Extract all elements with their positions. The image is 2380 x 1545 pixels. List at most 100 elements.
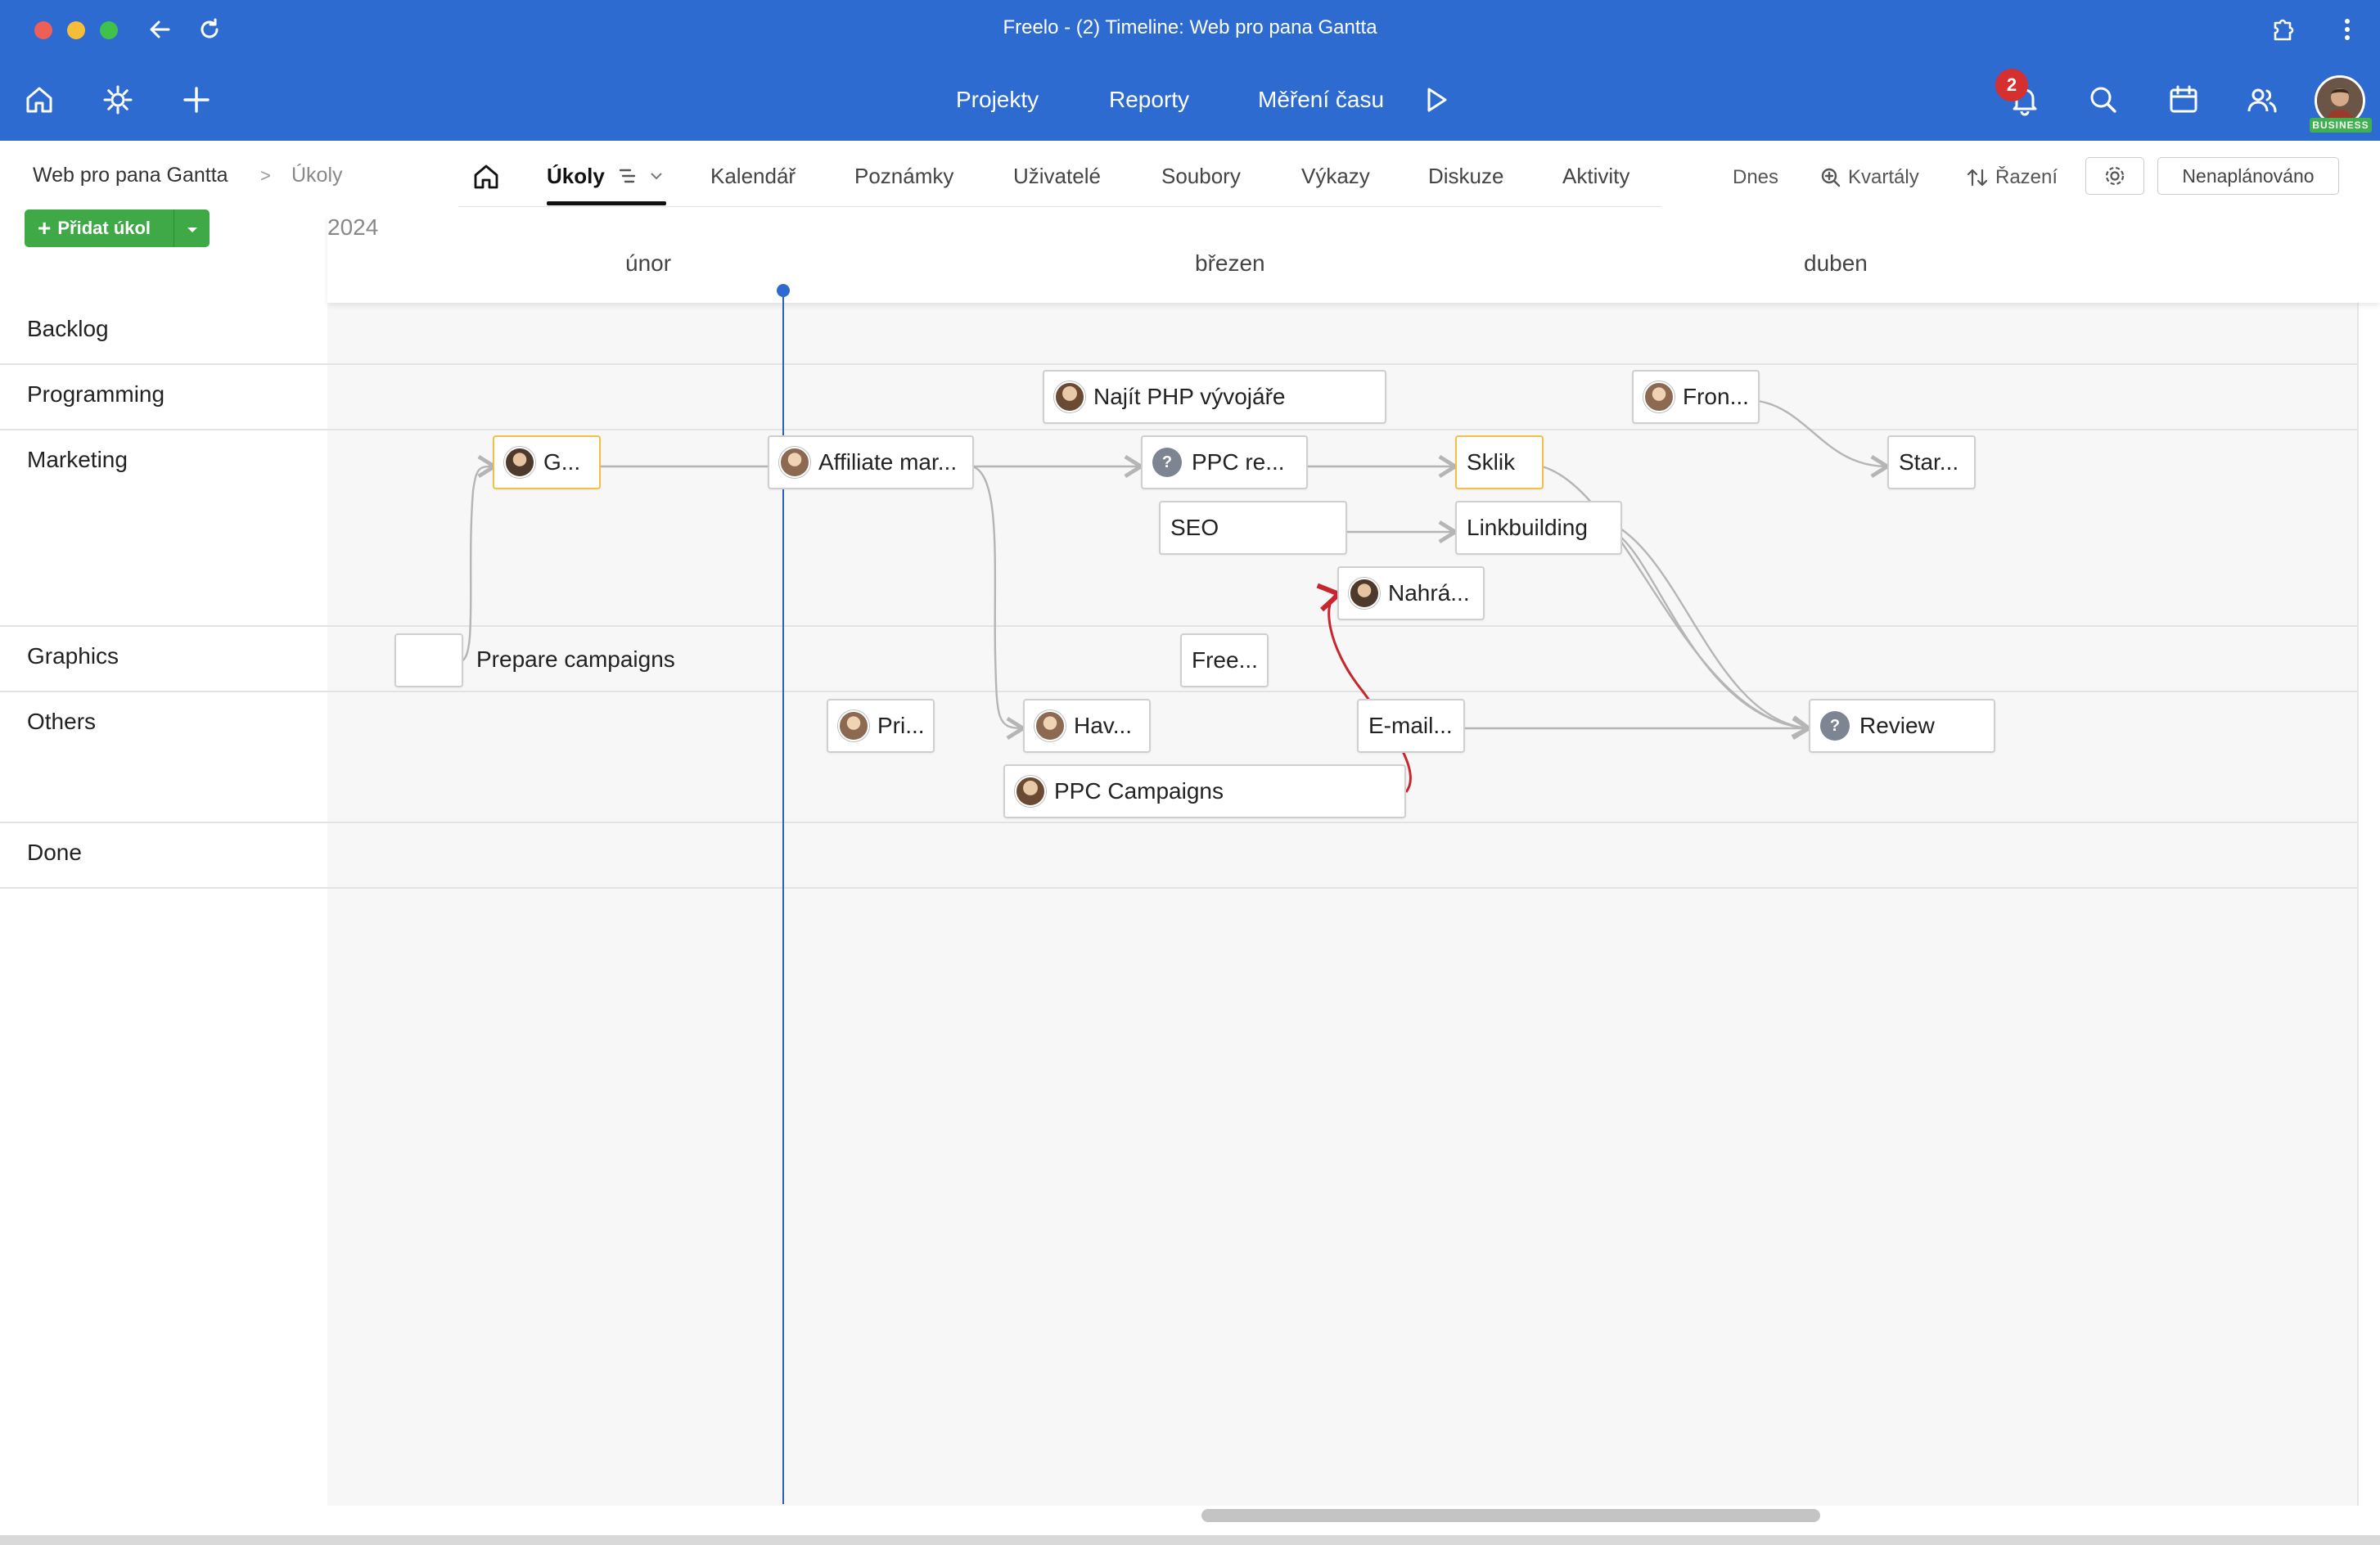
task-email[interactable]: E-mail... [1357,699,1465,753]
window-title: Freelo - (2) Timeline: Web pro pana Gant… [1003,16,1377,38]
task-najit-php[interactable]: Najít PHP vývojáře [1043,370,1386,424]
tab-kalendar[interactable]: Kalendář [710,164,796,189]
task-linkbuilding[interactable]: Linkbuilding [1455,501,1622,555]
task-label: Fron... [1683,384,1749,409]
tab-home[interactable] [471,162,501,197]
task-label: E-mail... [1368,713,1453,738]
more-options-icon[interactable] [2341,15,2354,49]
task-label: Najít PHP vývojáře [1093,384,1286,409]
breadcrumb-project[interactable]: Web pro pana Gantta [33,164,228,187]
tab-ukoly[interactable]: Úkoly [547,164,605,189]
task-ppc-campaigns[interactable]: PPC Campaigns [1003,764,1406,818]
task-prepare-campaigns-label[interactable]: Prepare campaigns [476,646,675,673]
month-duben: duben [1804,250,1868,276]
tab-soubory[interactable]: Soubory [1161,164,1241,189]
row-divider [327,363,2357,365]
task-label: SEO [1170,515,1219,540]
avatar-man [1015,776,1046,807]
row-others: Others [27,709,97,734]
task-star[interactable]: Star... [1887,435,1976,489]
year-label: 2024 [327,214,379,240]
unknown-user-icon: ? [1820,711,1850,741]
task-label: G... [543,449,581,475]
task-label: PPC re... [1192,449,1285,475]
row-divider [327,822,2357,823]
calendar-icon[interactable] [2166,82,2202,118]
task-prepare-campaigns-milestone[interactable] [394,633,463,687]
row-divider [327,691,2357,692]
row-graphics: Graphics [27,643,119,669]
add-icon[interactable] [178,82,214,118]
settings-icon[interactable] [100,82,136,118]
task-g[interactable]: G... [493,435,601,489]
row-done: Done [27,840,82,865]
tab-vykazy[interactable]: Výkazy [1301,164,1370,189]
view-switch-icon[interactable] [619,167,665,192]
play-timer-icon[interactable] [1418,82,1454,118]
sort-icon [1967,169,1988,187]
task-label: Star... [1899,449,1959,475]
home-icon[interactable] [21,82,57,118]
users-icon[interactable] [2244,82,2280,118]
task-hav[interactable]: Hav... [1023,699,1151,753]
task-label: PPC Campaigns [1054,778,1224,804]
task-sklik[interactable]: Sklik [1455,435,1544,489]
month-unor: únor [625,250,672,276]
task-label: Hav... [1074,713,1133,738]
avatar-woman [779,447,810,478]
task-review[interactable]: ? Review [1809,699,1995,753]
unscheduled-button[interactable]: Nenaplánováno [2157,157,2339,195]
row-marketing: Marketing [27,447,128,472]
avatar-man-2 [504,447,535,478]
row-backlog: Backlog [27,316,109,341]
app-header: Freelo - (2) Timeline: Web pro pana Gant… [0,0,2380,141]
nav-reporty[interactable]: Reporty [1109,87,1189,113]
task-fron[interactable]: Fron... [1632,370,1760,424]
task-nahra[interactable]: Nahrá... [1337,566,1485,620]
avatar-man [1054,381,1085,412]
zoom-button[interactable]: Kvartály [1820,166,1919,189]
timeline-right-border [2357,303,2359,1506]
nav-mereni-casu[interactable]: Měření času [1258,87,1384,113]
window-bottom-scrollbar[interactable] [0,1535,2380,1545]
avatar-woman-2 [1349,578,1380,609]
task-ppc-re[interactable]: ? PPC re... [1141,435,1308,489]
today-button[interactable]: Dnes [1733,166,1778,189]
zoom-in-icon [1821,168,1841,187]
task-label: Sklik [1467,449,1516,475]
active-tab-indicator [547,201,666,205]
extensions-icon[interactable] [2269,15,2298,49]
avatar-woman [1643,381,1675,412]
home-outline-icon [474,164,498,189]
tab-uzivatele[interactable]: Uživatelé [1013,164,1101,189]
task-pri[interactable]: Pri... [827,699,935,753]
tabs-divider [458,206,1661,207]
add-task-dropdown[interactable] [174,209,210,247]
row-divider [327,887,2357,889]
task-label: Linkbuilding [1467,515,1588,540]
task-free[interactable]: Free... [1180,633,1269,687]
caret-down-icon [186,218,199,239]
row-divider [327,429,2357,430]
avatar-woman [1034,710,1066,741]
sort-button[interactable]: Řazení [1966,166,2058,189]
avatar-woman [838,710,869,741]
row-divider [327,625,2357,627]
tab-diskuze[interactable]: Diskuze [1428,164,1503,189]
gear-icon [2105,166,2125,186]
nav-projekty[interactable]: Projekty [956,87,1039,113]
task-seo[interactable]: SEO [1159,501,1347,555]
plus-icon: + [38,215,52,241]
add-task-button[interactable]: + Přidat úkol [25,209,210,247]
today-marker-dot [777,284,790,297]
tab-poznamky[interactable]: Poznámky [854,164,953,189]
tab-aktivity[interactable]: Aktivity [1562,164,1629,189]
timeline-settings-button[interactable] [2085,157,2144,195]
task-label: Pri... [877,713,925,738]
search-icon[interactable] [2085,82,2121,118]
horizontal-scrollbar-thumb[interactable] [1201,1509,1820,1522]
row-programming: Programming [27,381,165,407]
task-label: Free... [1192,647,1258,673]
month-brezen: březen [1195,250,1265,276]
task-affiliate[interactable]: Affiliate mar... [768,435,974,489]
